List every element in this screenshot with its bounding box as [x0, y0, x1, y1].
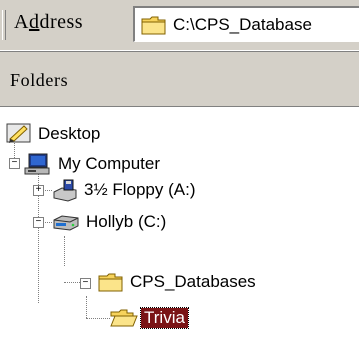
folder-icon [98, 273, 123, 292]
open-folder-icon [110, 309, 138, 327]
folders-title: Folders [10, 70, 69, 90]
toolbar-grip[interactable] [2, 10, 6, 40]
tree-item-floppy[interactable]: 3½ Floppy (A:) [52, 178, 196, 202]
collapse-toggle-drive-c[interactable]: − [33, 217, 44, 228]
tree-line [86, 296, 87, 318]
collapse-toggle-my-computer[interactable]: − [9, 158, 20, 169]
tree-item-label: CPS_Databases [130, 272, 256, 291]
address-field[interactable]: C:\CPS_Database [133, 6, 359, 42]
tree-item-desktop[interactable]: Desktop [6, 122, 100, 146]
tree-item-label: Hollyb (C:) [86, 212, 167, 231]
floppy-drive-icon [53, 179, 77, 202]
folders-pane-header: Folders [0, 51, 359, 107]
hard-drive-icon [53, 215, 79, 231]
tree-line [86, 318, 110, 319]
tree-item-trivia[interactable]: Trivia [110, 306, 189, 330]
expand-toggle-floppy[interactable]: + [33, 185, 44, 196]
address-label: Address [14, 11, 84, 33]
desktop-icon [6, 123, 31, 143]
address-value[interactable]: C:\CPS_Database [173, 15, 312, 35]
address-bar: Address C:\CPS_Database [0, 0, 359, 51]
tree-item-label-selected: Trivia [140, 307, 189, 329]
tree-item-my-computer[interactable]: My Computer [24, 152, 160, 176]
tree-line [64, 282, 80, 283]
folder-icon [141, 16, 166, 35]
tree-item-label: Desktop [38, 124, 101, 143]
tree-item-label: My Computer [58, 154, 161, 173]
tree-item-cps-databases[interactable]: CPS_Databases [98, 270, 256, 294]
tree-item-drive-c[interactable]: Hollyb (C:) [52, 210, 166, 234]
tree-item-label: 3½ Floppy (A:) [84, 180, 196, 199]
tree-line [64, 236, 65, 266]
computer-icon [24, 153, 50, 175]
folder-tree: Desktop − My Computer + 3½ Floppy (A:) −… [0, 108, 359, 343]
collapse-toggle-cps-databases[interactable]: − [80, 278, 91, 289]
